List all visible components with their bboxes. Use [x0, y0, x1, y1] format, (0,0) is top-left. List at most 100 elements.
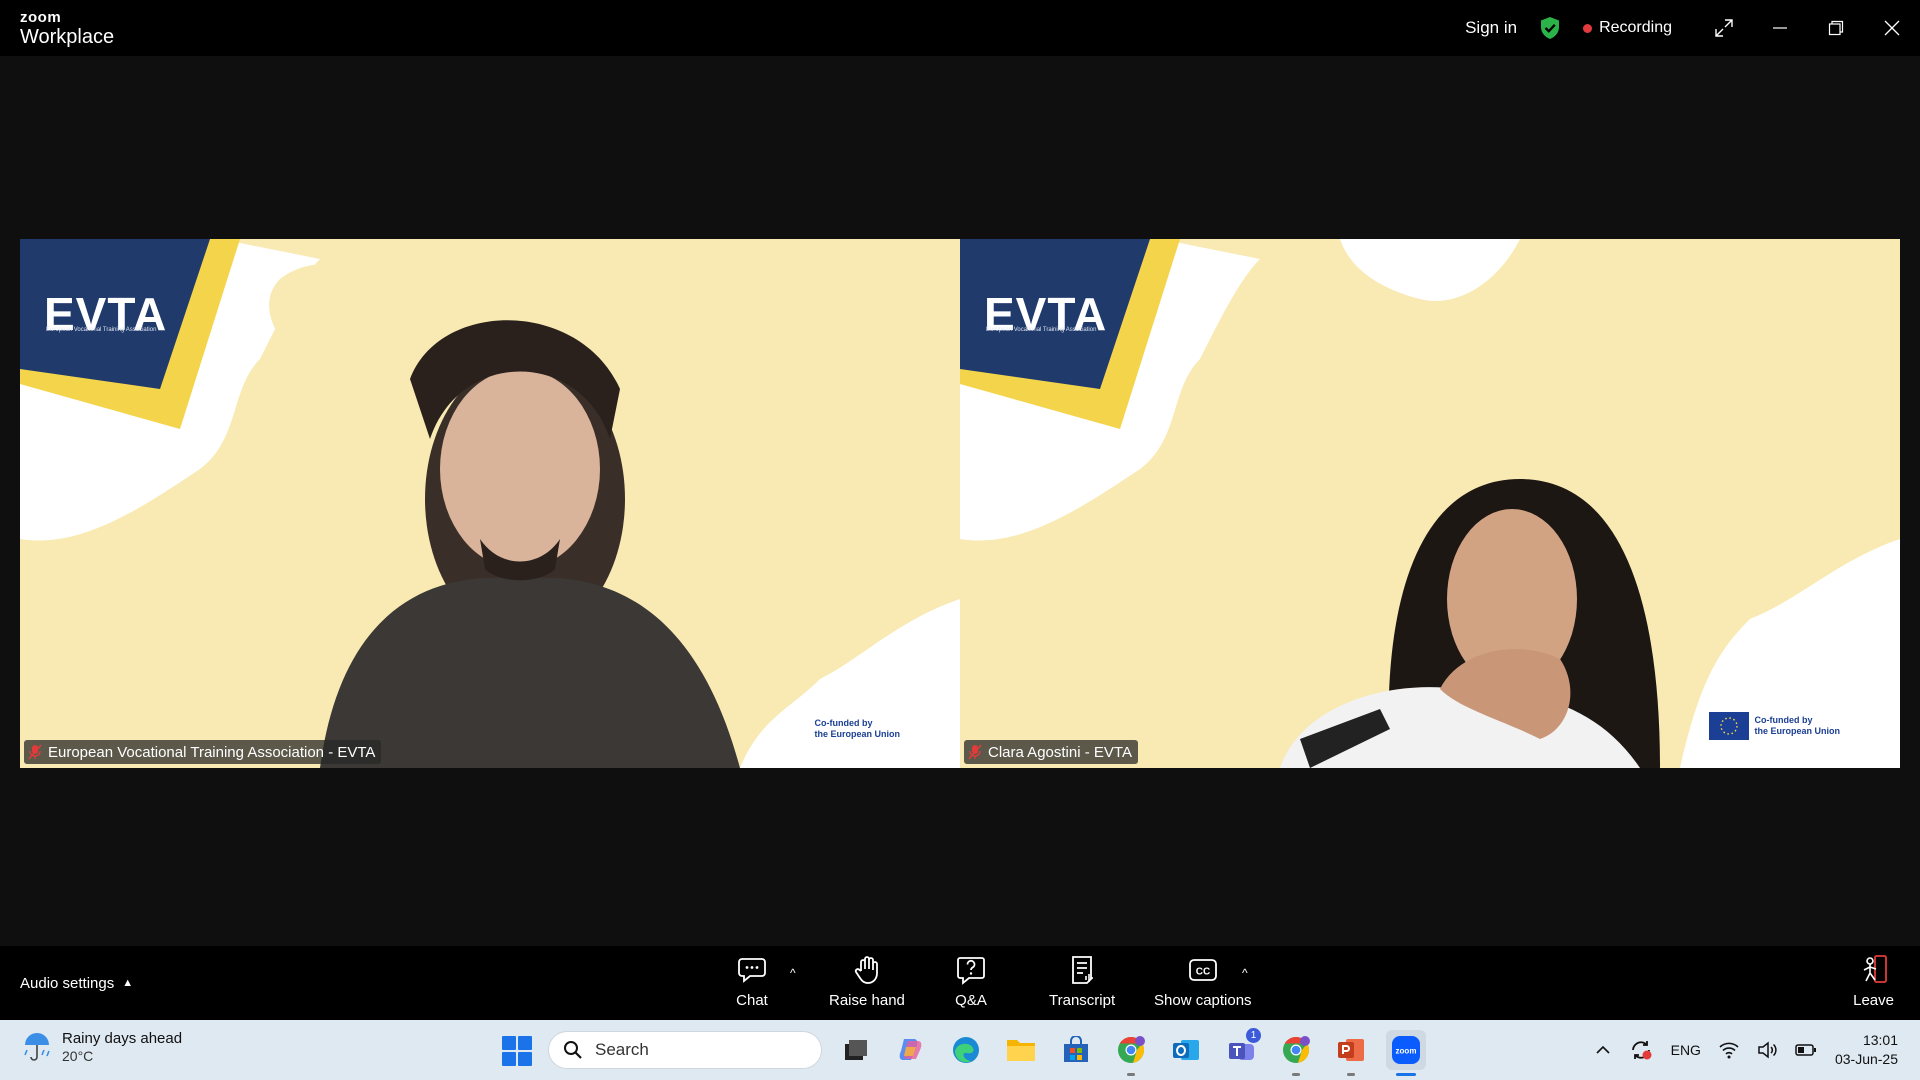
edge-browser-icon [953, 1037, 979, 1063]
captions-options-chevron-icon[interactable]: ^ [1242, 966, 1248, 980]
speaker-icon [1758, 1041, 1777, 1059]
video-tile-evta[interactable]: EVTA European Vocational Training Associ… [20, 239, 960, 768]
edge-app[interactable] [946, 1030, 986, 1070]
evta-logo-subtitle: European Vocational Training Association [46, 327, 157, 333]
closed-captions-icon: CC [1188, 959, 1217, 981]
start-button[interactable] [502, 1036, 532, 1066]
minimize-button[interactable] [1752, 0, 1808, 56]
chat-label: Chat [736, 992, 768, 1009]
fullscreen-button[interactable] [1696, 0, 1752, 56]
app-logo: zoom Workplace [20, 10, 114, 47]
chevron-up-icon: ▲ [122, 977, 134, 989]
audio-settings-button[interactable]: Audio settings ▲ [20, 946, 133, 1020]
leave-icon [1863, 955, 1887, 983]
sign-in-button[interactable]: Sign in [1465, 18, 1517, 38]
cofund-line-1: Co-funded by [1754, 715, 1813, 726]
close-icon [1884, 20, 1900, 36]
raise-hand-icon [854, 956, 878, 984]
zoom-icon: zoom [1392, 1036, 1420, 1064]
audio-settings-label: Audio settings [20, 974, 115, 992]
chrome-profile-app[interactable] [1276, 1030, 1316, 1076]
network-button[interactable] [1719, 1041, 1739, 1059]
qa-label: Q&A [955, 992, 987, 1009]
brand-workplace: Workplace [20, 26, 115, 48]
volume-button[interactable] [1757, 1041, 1777, 1059]
folder-icon [1007, 1040, 1035, 1061]
close-button[interactable] [1864, 0, 1920, 56]
taskbar-search[interactable]: Search [548, 1031, 822, 1069]
chat-icon [738, 958, 766, 983]
cofund-line-2: the European Union [1754, 726, 1841, 736]
weather-temperature: 20°C [62, 1048, 94, 1064]
raise-hand-button[interactable]: Raise hand [829, 954, 905, 1009]
clock-time: 13:01 [1862, 1032, 1898, 1049]
recording-label: Recording [1599, 19, 1672, 36]
zoom-app[interactable]: zoom [1386, 1030, 1426, 1076]
svg-text:zoom: zoom [1396, 1047, 1417, 1056]
chrome-app[interactable] [1111, 1030, 1151, 1076]
microsoft-store-app[interactable] [1056, 1030, 1096, 1070]
show-captions-button[interactable]: CC Show captions [1154, 954, 1252, 1009]
recording-dot-icon [1583, 23, 1593, 33]
eu-flag-icon [1708, 712, 1749, 740]
powerpoint-app[interactable] [1331, 1030, 1371, 1076]
eu-cofund-logo: Co-funded by the European Union [1708, 712, 1841, 740]
encryption-shield-icon[interactable] [1539, 16, 1561, 40]
chat-options-chevron-icon[interactable]: ^ [790, 966, 796, 980]
chat-button[interactable]: Chat [736, 954, 768, 1009]
qa-button[interactable]: Q&A [955, 954, 987, 1009]
cofund-line-2: the European Union [814, 729, 901, 740]
show-hidden-icons-button[interactable] [1595, 1042, 1611, 1058]
search-placeholder: Search [595, 1040, 649, 1059]
brand-zoom: zoom [20, 9, 62, 26]
mic-muted-icon [28, 744, 42, 760]
battery-button[interactable] [1795, 1043, 1817, 1057]
teams-app[interactable]: 1 [1221, 1028, 1261, 1070]
outlook-app[interactable] [1166, 1030, 1206, 1070]
raise-hand-label: Raise hand [829, 992, 905, 1009]
cofund-line-1: Co-funded by [814, 718, 873, 729]
transcript-button[interactable]: Transcript [1049, 954, 1115, 1009]
store-icon [1064, 1036, 1088, 1062]
search-icon [564, 1041, 582, 1059]
task-view-icon [845, 1040, 867, 1060]
participant-name-tag: Clara Agostini - EVTA [964, 740, 1138, 764]
weather-title: Rainy days ahead [62, 1030, 183, 1047]
system-tray: ENG 13:01 03-Jun-25 [1595, 1020, 1920, 1080]
minimize-icon [1773, 27, 1787, 29]
qa-icon [957, 957, 985, 985]
video-tile-clara[interactable]: EVTA European Vocational Training Associ… [960, 239, 1900, 768]
file-explorer-app[interactable] [1001, 1030, 1041, 1070]
chrome-icon [1283, 1036, 1310, 1063]
participant-name-tag: European Vocational Training Association… [24, 740, 382, 764]
wifi-icon [1719, 1042, 1739, 1059]
evta-logo-subtitle: European Vocational Training Association [986, 327, 1097, 333]
restore-icon [1828, 20, 1844, 36]
mic-muted-icon [968, 744, 982, 760]
powerpoint-icon [1338, 1039, 1364, 1061]
eu-cofund-logo: Co-funded by the European Union [815, 718, 901, 740]
transcript-label: Transcript [1049, 992, 1116, 1009]
input-language-button[interactable]: ENG [1671, 1042, 1701, 1058]
weather-widget[interactable]: Rainy days ahead 20°C [22, 1030, 182, 1065]
sync-status-button[interactable] [1629, 1038, 1653, 1062]
sync-icon [1631, 1041, 1652, 1060]
leave-button[interactable]: Leave [1853, 954, 1894, 1009]
windows-logo-icon [502, 1036, 516, 1050]
copilot-app[interactable] [891, 1030, 931, 1070]
clock-button[interactable]: 13:01 03-Jun-25 [1835, 1031, 1898, 1069]
show-captions-label: Show captions [1154, 992, 1252, 1009]
svg-text:CC: CC [1196, 967, 1210, 978]
teams-notification-badge: 1 [1246, 1028, 1261, 1043]
participant-name: Clara Agostini - EVTA [988, 743, 1132, 761]
chrome-icon [1118, 1036, 1145, 1063]
task-view-app[interactable] [836, 1030, 876, 1070]
copilot-icon [899, 1039, 922, 1060]
expand-icon [1715, 19, 1733, 37]
outlook-icon [1173, 1040, 1199, 1060]
restore-button[interactable] [1808, 0, 1864, 56]
battery-icon [1795, 1044, 1816, 1056]
recording-indicator[interactable]: Recording [1583, 19, 1672, 37]
clock-date: 03-Jun-25 [1834, 1051, 1898, 1067]
chevron-up-icon [1596, 1045, 1610, 1054]
